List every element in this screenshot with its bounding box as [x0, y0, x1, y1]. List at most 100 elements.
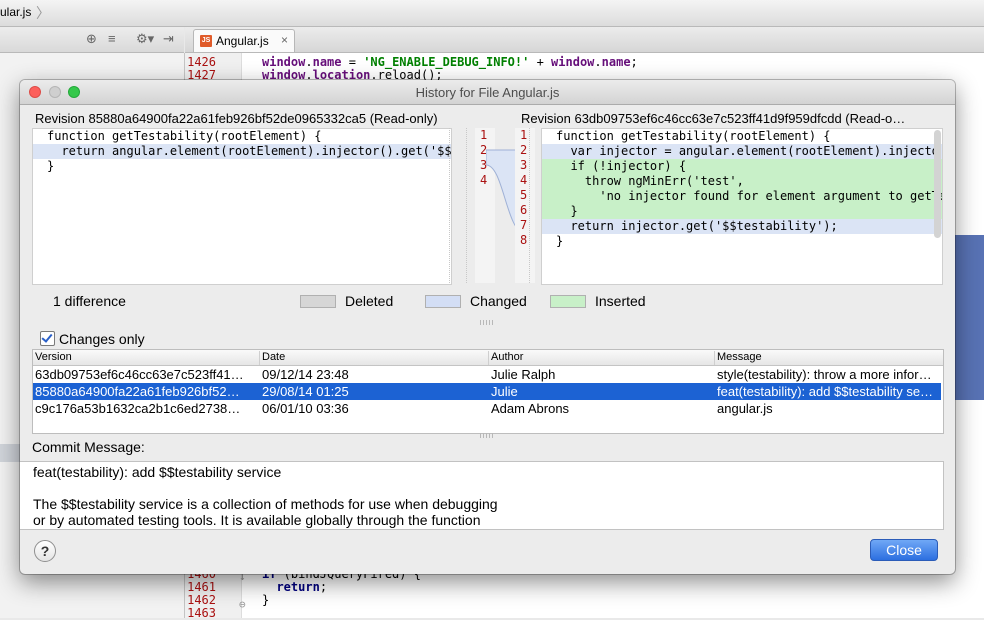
- editor-line: 1461 return;: [185, 581, 975, 594]
- column-header-version[interactable]: Version: [33, 351, 260, 365]
- cell-author: Adam Abrons: [491, 401, 570, 416]
- right-revision-header: Revision 63db09753ef6c46cc63e7c523ff41d9…: [521, 111, 906, 126]
- cell-date: 06/01/10 03:36: [262, 401, 349, 416]
- legend-deleted: Deleted: [345, 293, 394, 309]
- code-line: if (!injector) {: [542, 159, 942, 174]
- line-number: 4: [520, 173, 528, 187]
- cell-author: Julie Ralph: [491, 367, 556, 382]
- code-text: return injector.get('$$testability');: [556, 219, 838, 233]
- target-icon[interactable]: ⊕: [86, 31, 97, 47]
- line-number: 8: [520, 233, 528, 247]
- help-button[interactable]: ?: [34, 540, 56, 562]
- commit-message-box[interactable]: feat(testability): add $$testability ser…: [20, 461, 944, 530]
- splitter-grip[interactable]: [480, 320, 494, 325]
- code-line: function getTestability(rootElement) {: [33, 129, 451, 144]
- editor-line: 1463: [185, 607, 975, 620]
- code-line: 'no injector found for element argument …: [542, 189, 942, 204]
- table-header: Version Date Author Message: [33, 350, 943, 366]
- column-header-author[interactable]: Author: [489, 351, 715, 365]
- table-row[interactable]: 85880a64900fa22a61feb926bf52… 29/08/14 01…: [33, 383, 941, 400]
- line-number: 2: [520, 143, 528, 157]
- line-number: 5: [520, 188, 528, 202]
- project-tree-selection[interactable]: [0, 444, 20, 462]
- commit-line: The $$testability service is a collectio…: [33, 496, 498, 512]
- table-row[interactable]: 63db09753ef6c46cc63e7c523ff41… 09/12/14 2…: [33, 366, 941, 383]
- navigation-bar: ular.js 〉: [0, 0, 984, 27]
- inserted-swatch: [550, 295, 586, 308]
- line-number: 3: [520, 158, 528, 172]
- changes-only-checkbox[interactable]: [40, 331, 55, 346]
- legend-changed: Changed: [470, 293, 527, 309]
- code-text: var injector = angular.element(rootEleme…: [556, 144, 939, 158]
- code-line: var injector = angular.element(rootEleme…: [542, 144, 942, 159]
- changed-swatch: [425, 295, 461, 308]
- code-text: function getTestability(rootElement) {: [47, 129, 322, 143]
- code-text: if (!injector) {: [556, 159, 687, 173]
- changes-only-label: Changes only: [59, 331, 145, 347]
- code-line: }: [33, 159, 451, 174]
- line-number: 7: [520, 218, 528, 232]
- right-code-pane[interactable]: function getTestability(rootElement) { v…: [541, 128, 943, 285]
- dialog-titlebar: History for File Angular.js: [20, 80, 955, 105]
- difference-count: 1 difference: [53, 293, 126, 309]
- code-line: throw ngMinErr('test',: [542, 174, 942, 189]
- code-text: return;: [276, 580, 328, 594]
- chevron-right-icon: 〉: [36, 5, 50, 21]
- right-pane-scrollbar[interactable]: [934, 130, 941, 238]
- divider: [529, 128, 530, 283]
- tab-angular-js[interactable]: JS Angular.js ×: [193, 29, 295, 52]
- divider: [449, 128, 450, 283]
- cell-version: 85880a64900fa22a61feb926bf52…: [35, 384, 240, 399]
- cell-author: Julie: [491, 384, 518, 399]
- history-dialog: History for File Angular.js Revision 858…: [20, 80, 955, 574]
- code-text: }: [262, 593, 270, 607]
- revisions-table[interactable]: Version Date Author Message 63db09753ef6…: [32, 349, 944, 434]
- code-text: throw ngMinErr('test',: [556, 174, 744, 188]
- line-number: 1: [520, 128, 528, 142]
- close-button[interactable]: Close: [870, 539, 938, 561]
- deleted-swatch: [300, 295, 336, 308]
- tab-label: Angular.js: [216, 34, 269, 48]
- code-line: }: [542, 234, 942, 249]
- code-line: return injector.get('$$testability');: [542, 219, 942, 234]
- column-header-date[interactable]: Date: [260, 351, 489, 365]
- left-code-pane[interactable]: function getTestability(rootElement) { r…: [32, 128, 452, 285]
- code-text: }: [556, 204, 578, 218]
- gear-icon[interactable]: ⚙▾: [136, 31, 154, 47]
- js-file-icon: JS: [200, 35, 212, 47]
- code-text: return angular.element(rootElement).inje…: [47, 144, 452, 158]
- cell-date: 09/12/14 23:48: [262, 367, 349, 382]
- commit-line: feat(testability): add $$testability ser…: [33, 464, 282, 480]
- code-text: }: [47, 159, 55, 173]
- dialog-title: History for File Angular.js: [415, 85, 560, 100]
- cell-message: feat(testability): add $$testability se…: [717, 384, 934, 399]
- code-line: function getTestability(rootElement) {: [542, 129, 942, 144]
- commit-message-label: Commit Message:: [32, 439, 145, 455]
- table-row[interactable]: c9c176a53b1632ca2b1c6ed2738… 06/01/10 03:…: [33, 400, 941, 417]
- collapse-icon[interactable]: ≡: [108, 31, 116, 46]
- legend-inserted: Inserted: [595, 293, 646, 309]
- code-text: 'no injector found for element argument …: [556, 189, 943, 203]
- column-header-message[interactable]: Message: [715, 351, 941, 365]
- commit-line: or by automated testing tools. It is ava…: [33, 512, 481, 528]
- cell-date: 29/08/14 01:25: [262, 384, 349, 399]
- editor-tab-bar: JS Angular.js ×: [185, 27, 984, 53]
- right-line-numbers: 12345678: [515, 128, 535, 283]
- close-icon[interactable]: ×: [281, 33, 288, 47]
- divider: [466, 128, 467, 283]
- line-number: 6: [520, 203, 528, 217]
- editor-line: 1462}: [185, 594, 975, 607]
- cell-version: 63db09753ef6c46cc63e7c523ff41…: [35, 367, 244, 382]
- breadcrumb[interactable]: ular.js: [0, 5, 31, 19]
- code-line: }: [542, 204, 942, 219]
- cell-message: angular.js: [717, 401, 773, 416]
- cell-message: style(testability): throw a more infor…: [717, 367, 932, 382]
- hide-panel-icon[interactable]: ⇥: [163, 31, 174, 47]
- code-text: }: [556, 234, 564, 248]
- project-toolbar: ⊕ ≡ ⚙▾ ⇥: [0, 27, 184, 53]
- line-number: 1463: [187, 606, 216, 620]
- splitter-grip[interactable]: [480, 433, 494, 438]
- code-text: function getTestability(rootElement) {: [556, 129, 831, 143]
- code-line: return angular.element(rootElement).inje…: [33, 144, 451, 159]
- fold-end-icon[interactable]: ⊖: [239, 598, 246, 611]
